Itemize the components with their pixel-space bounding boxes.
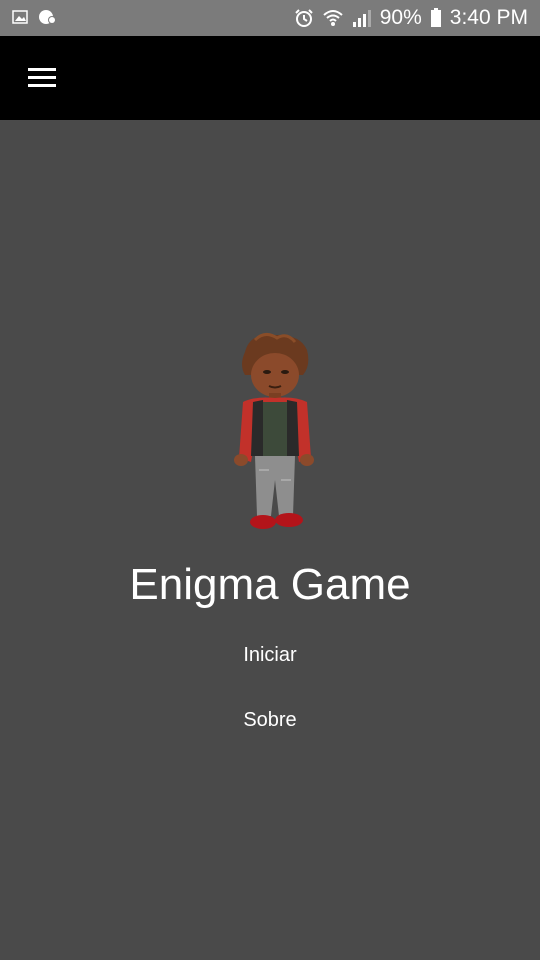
app-bar [0, 36, 540, 120]
status-bar-left [12, 8, 58, 26]
wifi-icon [323, 10, 343, 26]
signal-icon [352, 10, 371, 27]
battery-percentage: 90% [379, 6, 422, 29]
alarm-icon [295, 9, 313, 27]
battery-icon [430, 8, 441, 27]
status-bar-right: 90% 3:40 PM [294, 4, 528, 32]
image-icon [12, 10, 28, 24]
hamburger-menu-icon[interactable] [28, 68, 56, 88]
main-content: Enigma Game Iniciar Sobre [0, 120, 540, 960]
clock: 3:40 PM [449, 6, 528, 29]
start-link[interactable]: Iniciar [170, 638, 370, 673]
character-image [234, 333, 314, 529]
notification-icon [39, 10, 56, 24]
status-bar: 90% 3:40 PM [0, 0, 540, 36]
game-title: Enigma Game [129, 560, 411, 609]
about-link[interactable]: Sobre [170, 703, 370, 738]
